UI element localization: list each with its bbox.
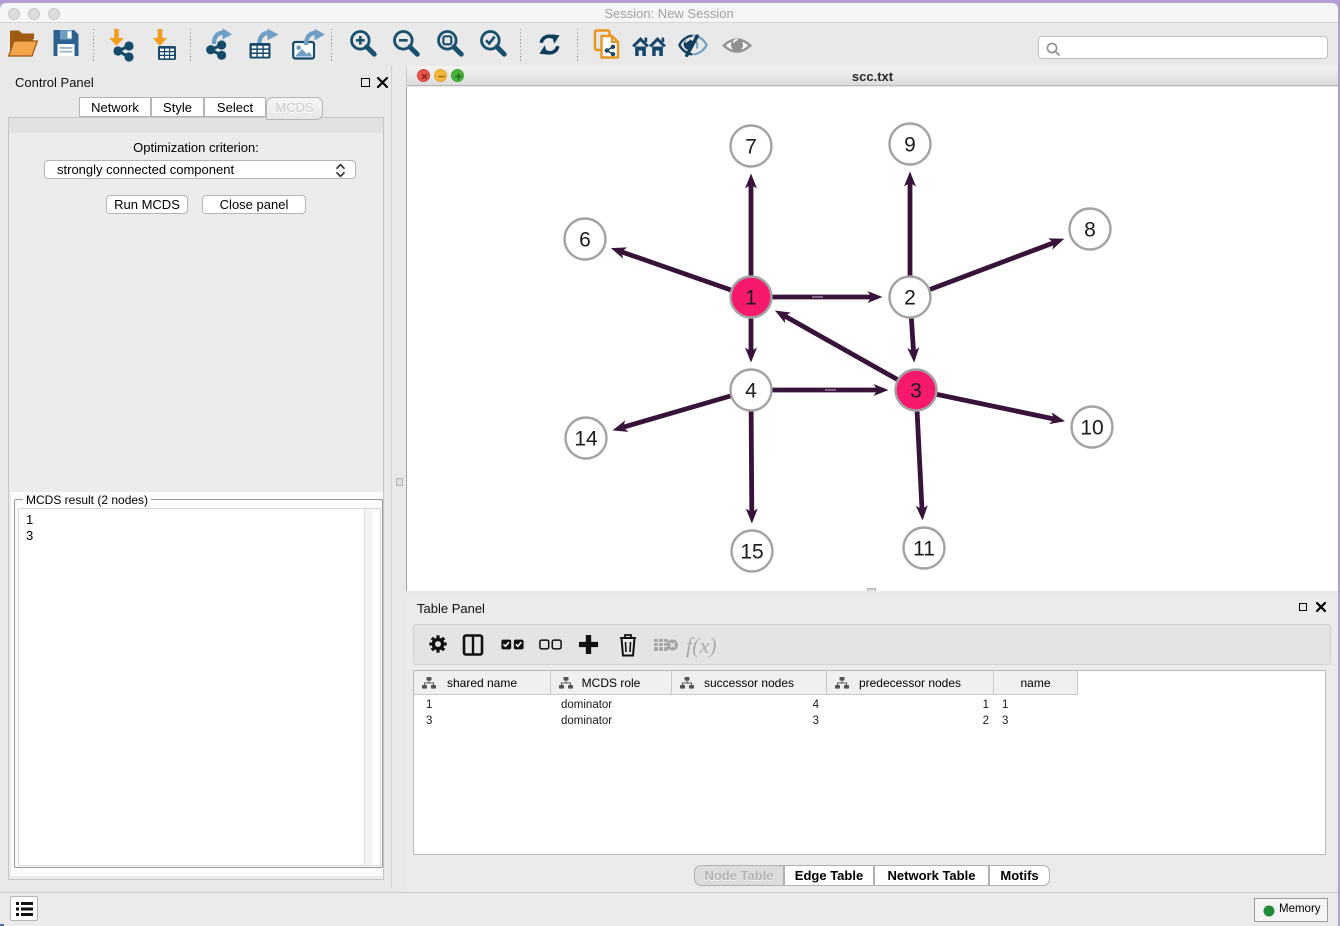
svg-text:10: 10 xyxy=(1080,417,1103,440)
svg-text:2: 2 xyxy=(904,287,916,310)
svg-text:3: 3 xyxy=(910,380,922,403)
svg-text:14: 14 xyxy=(574,428,598,451)
svg-text:7: 7 xyxy=(745,136,757,159)
svg-text:15: 15 xyxy=(740,541,763,564)
svg-text:1: 1 xyxy=(745,287,757,310)
svg-text:8: 8 xyxy=(1084,219,1096,242)
svg-text:9: 9 xyxy=(904,134,916,157)
svg-text:11: 11 xyxy=(913,538,935,561)
svg-text:6: 6 xyxy=(579,229,591,252)
svg-text:4: 4 xyxy=(745,380,757,403)
